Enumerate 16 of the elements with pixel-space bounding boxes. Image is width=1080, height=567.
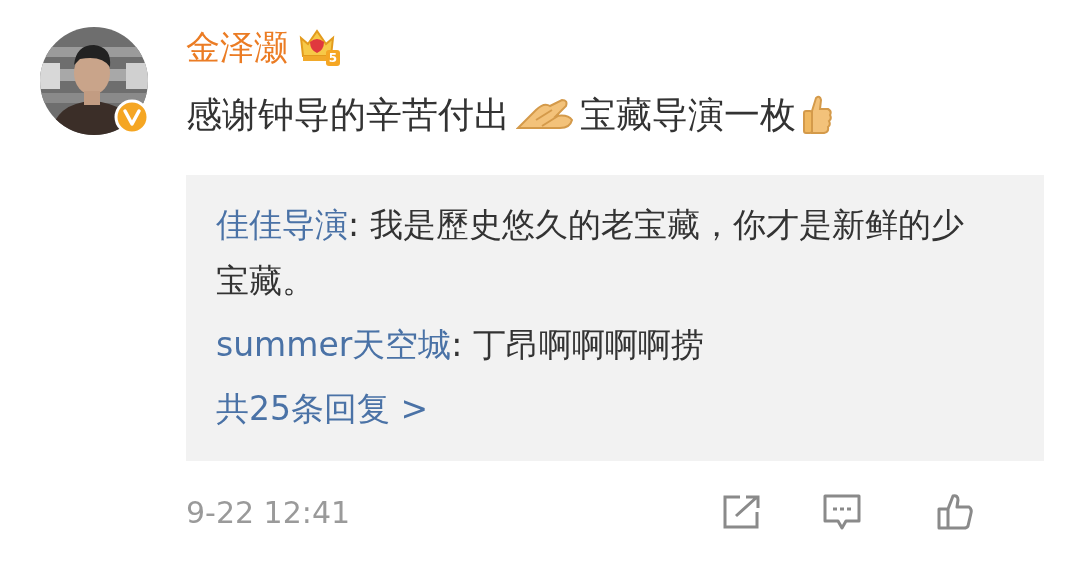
more-replies-link[interactable]: 共25条回复 > [216,381,429,437]
reply-user-link[interactable]: 佳佳导演 [216,205,348,244]
reply-user-link[interactable]: summer天空城 [216,325,452,364]
comment-time: 9-22 12:41 [186,494,352,530]
comment-text: 宝藏导演一枚 [580,92,796,137]
reply-text: 佳佳导演: 我是歷史悠久的老宝藏，你才是新鲜的少宝藏。 [216,204,964,302]
comment-icon[interactable] [822,493,862,531]
thumbs-up-icon [802,95,832,135]
folded-hands-icon [516,98,574,132]
comment-text: 感谢钟导的辛苦付出 [186,92,510,137]
crown-icon [298,28,336,62]
thumbs-up-icon[interactable] [936,493,974,531]
share-icon[interactable] [722,494,762,530]
reply-text: summer天空城: 丁昂啊啊啊啊捞 [216,324,705,366]
vip-level-badge: 5 [326,50,340,66]
author-name[interactable]: 金泽灏 [186,27,288,67]
